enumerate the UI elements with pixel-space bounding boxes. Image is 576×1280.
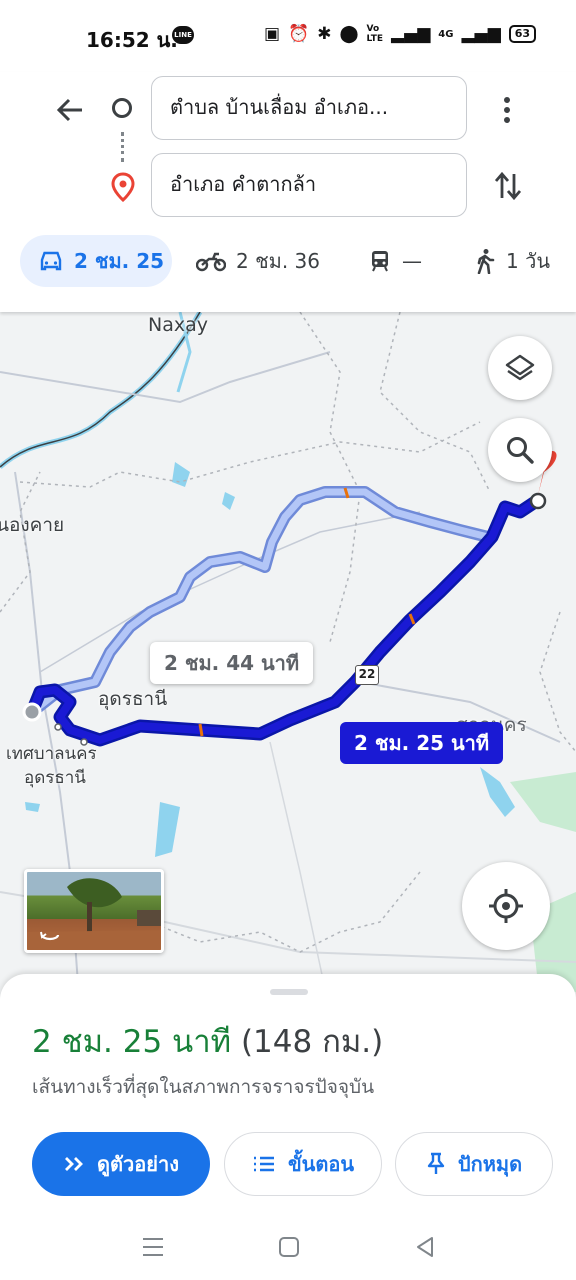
back-nav-icon[interactable] xyxy=(410,1232,440,1262)
sheet-drag-handle[interactable] xyxy=(270,989,308,995)
home-icon[interactable] xyxy=(274,1232,304,1262)
water-body xyxy=(480,767,515,817)
destination-marker[interactable] xyxy=(529,492,547,510)
bluetooth-icon: ✱ xyxy=(317,24,332,44)
more-vert-icon xyxy=(504,97,510,123)
route-dots-icon xyxy=(121,132,124,162)
street-view-thumbnail[interactable] xyxy=(24,869,164,953)
city-dot xyxy=(54,723,62,731)
map-label-udon-city-2: อุดรธานี xyxy=(24,768,86,788)
travel-modes: 2 ชม. 25 2 ชม. 36 — 1 วัน xyxy=(0,235,576,287)
directions-panel: ตำบล บ้านเลื่อม อำเภอ... อำเภอ คำตากล้า … xyxy=(0,72,576,312)
route-description: เส้นทางเร็วที่สุดในสภาพการจราจรปัจจุบัน xyxy=(32,1076,375,1098)
map-label-udon: อุดรธานี xyxy=(98,688,168,710)
origin-marker[interactable] xyxy=(22,702,42,722)
walk-icon xyxy=(477,249,495,274)
volte-icon: Vo LTE xyxy=(366,24,384,44)
swap-vert-icon xyxy=(494,171,522,201)
map-label-naxay: Naxay xyxy=(148,314,208,336)
map-label-nongkhai: นองคาย xyxy=(0,514,65,536)
layers-icon xyxy=(505,354,535,381)
water-body xyxy=(25,802,40,812)
route-duration: 2 ชม. 25 นาที xyxy=(32,1024,232,1060)
my-location-button[interactable] xyxy=(462,862,550,950)
line-app-icon: LINE xyxy=(172,26,194,44)
pin-label: ปักหมุด xyxy=(457,1152,523,1176)
mode-transit-time: — xyxy=(402,249,422,273)
traffic-mark xyxy=(198,723,204,737)
water-body xyxy=(155,802,180,857)
origin-field[interactable]: ตำบล บ้านเลื่อม อำเภอ... xyxy=(151,76,467,140)
list-icon xyxy=(253,1156,274,1172)
route-distance: (148 กม.) xyxy=(240,1024,384,1060)
pin-button[interactable]: ปักหมุด xyxy=(395,1132,553,1196)
road xyxy=(269,741,331,1012)
location-icon: ⬤ xyxy=(339,24,359,44)
province-border xyxy=(539,611,576,753)
mode-motorcycle[interactable]: 2 ชม. 36 xyxy=(196,235,320,287)
province-border xyxy=(149,871,421,953)
network-type: 4G xyxy=(438,28,454,40)
origin-circle-icon xyxy=(112,98,132,118)
mode-walk-time: 1 วัน xyxy=(506,249,550,273)
park-area xyxy=(510,772,576,832)
water-body xyxy=(172,462,190,487)
steps-button[interactable]: ขั้นตอน xyxy=(224,1132,382,1196)
swap-button[interactable] xyxy=(488,166,528,206)
back-arrow-icon xyxy=(56,98,82,122)
recent-apps-icon[interactable] xyxy=(138,1232,168,1262)
province-border xyxy=(0,471,41,613)
alternate-route-time[interactable]: 2 ชม. 44 นาที xyxy=(150,642,314,684)
alarm-icon: ⏰ xyxy=(288,24,310,44)
signal-icon-2: ▂▄▆ xyxy=(461,24,501,44)
highway-shield: 22 xyxy=(355,665,379,685)
car-icon xyxy=(40,251,62,271)
province-border xyxy=(299,312,361,643)
steps-label: ขั้นตอน xyxy=(287,1152,354,1176)
province-border xyxy=(19,421,481,488)
crosshair-icon xyxy=(489,889,523,923)
mode-motorcycle-time: 2 ชม. 36 xyxy=(236,249,321,273)
system-nav-bar xyxy=(0,1214,576,1280)
destination-field[interactable]: อำเภอ คำตากล้า xyxy=(151,153,467,217)
preview-button[interactable]: ดูตัวอย่าง xyxy=(32,1132,210,1196)
preview-label: ดูตัวอย่าง xyxy=(97,1152,179,1176)
motorcycle-icon xyxy=(196,252,226,272)
main-route-time[interactable]: 2 ชม. 25 นาที xyxy=(340,722,504,764)
mode-walk[interactable]: 1 วัน xyxy=(474,235,550,287)
double-chevron-icon xyxy=(65,1157,84,1171)
map-label-udon-city-1: เทศบาลนคร xyxy=(6,744,97,764)
nfc-icon: ▣ xyxy=(263,24,281,44)
pushpin-icon xyxy=(427,1152,445,1174)
destination-pin-icon xyxy=(110,172,136,203)
route-summary: 2 ชม. 25 นาที (148 กม.) xyxy=(32,1016,383,1066)
search-icon xyxy=(507,437,534,464)
status-icons: ▣ ⏰ ✱ ⬤ Vo LTE ▂▄▆ 4G ▂▄▆ 63 xyxy=(264,24,536,44)
layers-button[interactable] xyxy=(488,336,552,400)
train-icon xyxy=(372,251,388,272)
route-summary-sheet: 2 ชม. 25 นาที (148 กม.) เส้นทางเร็วที่สุ… xyxy=(0,974,576,1214)
battery-icon: 63 xyxy=(508,25,536,43)
mode-car-time: 2 ชม. 25 xyxy=(74,249,165,273)
back-button[interactable] xyxy=(50,90,90,130)
status-time: 16:52 น. xyxy=(86,28,178,52)
street-view-image xyxy=(27,878,161,950)
road xyxy=(0,351,331,404)
status-bar: 16:52 น. LINE ▣ ⏰ ✱ ⬤ Vo LTE ▂▄▆ 4G ▂▄▆ 6… xyxy=(0,0,576,72)
signal-icon: ▂▄▆ xyxy=(391,24,431,44)
province-border xyxy=(379,312,491,493)
search-along-route-button[interactable] xyxy=(488,418,552,482)
more-options-button[interactable] xyxy=(492,90,522,130)
map-view[interactable]: Naxay นองคาย อุดรธานี เทศบาลนคร อุดรธานี… xyxy=(0,312,576,1012)
mode-car[interactable]: 2 ชม. 25 xyxy=(20,235,172,287)
water-body xyxy=(222,492,235,510)
mode-transit[interactable]: — xyxy=(368,235,422,287)
